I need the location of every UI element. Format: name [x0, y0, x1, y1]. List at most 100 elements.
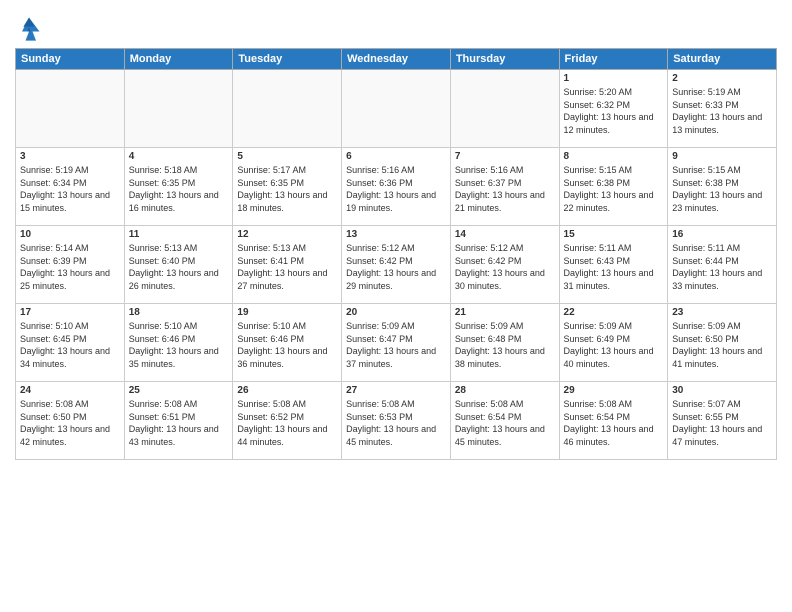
day-number: 1 — [564, 73, 664, 84]
header — [15, 10, 777, 42]
calendar-cell: 5 Sunrise: 5:17 AM Sunset: 6:35 PM Daylig… — [233, 148, 342, 226]
calendar-cell: 27Sunrise: 5:08 AM Sunset: 6:53 PM Dayli… — [342, 382, 451, 460]
calendar-cell: 23 Sunrise: 5:09 AM Sunset: 6:50 PM Dayli… — [668, 304, 777, 382]
day-info: Sunrise: 5:08 AM Sunset: 6:50 PM Dayligh… — [20, 398, 120, 448]
weekday-header-friday: Friday — [559, 49, 668, 70]
calendar-cell: 2 Sunrise: 5:19 AM Sunset: 6:33 PM Daylig… — [668, 70, 777, 148]
calendar-cell: 17 Sunrise: 5:10 AM Sunset: 6:45 PM Dayli… — [16, 304, 125, 382]
day-number: 23 — [672, 307, 772, 318]
calendar-cell: 14 Sunrise: 5:12 AM Sunset: 6:42 PM Dayli… — [450, 226, 559, 304]
day-info: Sunrise: 5:14 AM Sunset: 6:39 PM Dayligh… — [20, 242, 120, 292]
day-info: Sunrise: 5:17 AM Sunset: 6:35 PM Dayligh… — [237, 164, 337, 214]
calendar: SundayMondayTuesdayWednesdayThursdayFrid… — [15, 48, 777, 460]
calendar-cell: 29 Sunrise: 5:08 AM Sunset: 6:54 PM Dayli… — [559, 382, 668, 460]
weekday-header-monday: Monday — [124, 49, 233, 70]
week-row-0: 1 Sunrise: 5:20 AM Sunset: 6:32 PM Daylig… — [16, 70, 777, 148]
day-info: Sunrise: 5:10 AM Sunset: 6:45 PM Dayligh… — [20, 320, 120, 370]
day-number: 16 — [672, 229, 772, 240]
day-number: 24 — [20, 385, 120, 396]
day-info: Sunrise: 5:10 AM Sunset: 6:46 PM Dayligh… — [237, 320, 337, 370]
day-info: Sunrise: 5:12 AM Sunset: 6:42 PM Dayligh… — [346, 242, 446, 292]
day-info: Sunrise: 5:18 AM Sunset: 6:35 PM Dayligh… — [129, 164, 229, 214]
day-number: 14 — [455, 229, 555, 240]
calendar-cell: 18 Sunrise: 5:10 AM Sunset: 6:46 PM Dayli… — [124, 304, 233, 382]
week-row-4: 24 Sunrise: 5:08 AM Sunset: 6:50 PM Dayli… — [16, 382, 777, 460]
day-number: 4 — [129, 151, 229, 162]
day-number: 17 — [20, 307, 120, 318]
day-number: 27 — [346, 385, 446, 396]
calendar-cell: 6 Sunrise: 5:16 AM Sunset: 6:36 PM Daylig… — [342, 148, 451, 226]
calendar-cell: 16 Sunrise: 5:11 AM Sunset: 6:44 PM Dayli… — [668, 226, 777, 304]
day-number: 7 — [455, 151, 555, 162]
day-number: 8 — [564, 151, 664, 162]
weekday-header-tuesday: Tuesday — [233, 49, 342, 70]
calendar-cell: 15 Sunrise: 5:11 AM Sunset: 6:43 PM Dayli… — [559, 226, 668, 304]
day-number: 28 — [455, 385, 555, 396]
day-info: Sunrise: 5:13 AM Sunset: 6:40 PM Dayligh… — [129, 242, 229, 292]
day-number: 2 — [672, 73, 772, 84]
day-info: Sunrise: 5:16 AM Sunset: 6:37 PM Dayligh… — [455, 164, 555, 214]
day-info: Sunrise: 5:15 AM Sunset: 6:38 PM Dayligh… — [564, 164, 664, 214]
day-info: Sunrise: 5:11 AM Sunset: 6:44 PM Dayligh… — [672, 242, 772, 292]
day-number: 30 — [672, 385, 772, 396]
day-info: Sunrise: 5:20 AM Sunset: 6:32 PM Dayligh… — [564, 86, 664, 136]
calendar-cell: 1 Sunrise: 5:20 AM Sunset: 6:32 PM Daylig… — [559, 70, 668, 148]
calendar-cell — [16, 70, 125, 148]
week-row-1: 3 Sunrise: 5:19 AM Sunset: 6:34 PM Daylig… — [16, 148, 777, 226]
week-row-3: 17 Sunrise: 5:10 AM Sunset: 6:45 PM Dayli… — [16, 304, 777, 382]
calendar-cell: 7 Sunrise: 5:16 AM Sunset: 6:37 PM Daylig… — [450, 148, 559, 226]
day-info: Sunrise: 5:19 AM Sunset: 6:34 PM Dayligh… — [20, 164, 120, 214]
day-info: Sunrise: 5:09 AM Sunset: 6:49 PM Dayligh… — [564, 320, 664, 370]
weekday-header-row: SundayMondayTuesdayWednesdayThursdayFrid… — [16, 49, 777, 70]
day-number: 26 — [237, 385, 337, 396]
day-info: Sunrise: 5:08 AM Sunset: 6:54 PM Dayligh… — [564, 398, 664, 448]
day-number: 5 — [237, 151, 337, 162]
weekday-header-wednesday: Wednesday — [342, 49, 451, 70]
day-info: Sunrise: 5:13 AM Sunset: 6:41 PM Dayligh… — [237, 242, 337, 292]
day-info: Sunrise: 5:12 AM Sunset: 6:42 PM Dayligh… — [455, 242, 555, 292]
calendar-cell: 10 Sunrise: 5:14 AM Sunset: 6:39 PM Dayli… — [16, 226, 125, 304]
day-info: Sunrise: 5:08 AM Sunset: 6:52 PM Dayligh… — [237, 398, 337, 448]
calendar-cell: 28 Sunrise: 5:08 AM Sunset: 6:54 PM Dayli… — [450, 382, 559, 460]
calendar-cell: 24 Sunrise: 5:08 AM Sunset: 6:50 PM Dayli… — [16, 382, 125, 460]
day-number: 11 — [129, 229, 229, 240]
day-info: Sunrise: 5:10 AM Sunset: 6:46 PM Dayligh… — [129, 320, 229, 370]
day-info: Sunrise: 5:19 AM Sunset: 6:33 PM Dayligh… — [672, 86, 772, 136]
calendar-cell: 30 Sunrise: 5:07 AM Sunset: 6:55 PM Dayli… — [668, 382, 777, 460]
day-number: 3 — [20, 151, 120, 162]
day-number: 9 — [672, 151, 772, 162]
weekday-header-saturday: Saturday — [668, 49, 777, 70]
calendar-cell: 19 Sunrise: 5:10 AM Sunset: 6:46 PM Dayli… — [233, 304, 342, 382]
day-number: 6 — [346, 151, 446, 162]
calendar-cell: 8 Sunrise: 5:15 AM Sunset: 6:38 PM Daylig… — [559, 148, 668, 226]
day-info: Sunrise: 5:16 AM Sunset: 6:36 PM Dayligh… — [346, 164, 446, 214]
day-info: Sunrise: 5:08 AM Sunset: 6:54 PM Dayligh… — [455, 398, 555, 448]
calendar-cell: 25Sunrise: 5:08 AM Sunset: 6:51 PM Dayli… — [124, 382, 233, 460]
day-info: Sunrise: 5:09 AM Sunset: 6:50 PM Dayligh… — [672, 320, 772, 370]
day-number: 21 — [455, 307, 555, 318]
day-info: Sunrise: 5:09 AM Sunset: 6:48 PM Dayligh… — [455, 320, 555, 370]
day-info: Sunrise: 5:11 AM Sunset: 6:43 PM Dayligh… — [564, 242, 664, 292]
calendar-cell — [342, 70, 451, 148]
calendar-cell: 11 Sunrise: 5:13 AM Sunset: 6:40 PM Dayli… — [124, 226, 233, 304]
logo-icon — [15, 14, 43, 42]
calendar-cell — [124, 70, 233, 148]
day-number: 18 — [129, 307, 229, 318]
day-number: 29 — [564, 385, 664, 396]
calendar-cell — [450, 70, 559, 148]
day-number: 22 — [564, 307, 664, 318]
calendar-cell: 4 Sunrise: 5:18 AM Sunset: 6:35 PM Daylig… — [124, 148, 233, 226]
calendar-cell: 22 Sunrise: 5:09 AM Sunset: 6:49 PM Dayli… — [559, 304, 668, 382]
day-number: 10 — [20, 229, 120, 240]
day-number: 15 — [564, 229, 664, 240]
calendar-cell: 20Sunrise: 5:09 AM Sunset: 6:47 PM Dayli… — [342, 304, 451, 382]
calendar-cell: 9Sunrise: 5:15 AM Sunset: 6:38 PM Daylig… — [668, 148, 777, 226]
day-info: Sunrise: 5:09 AM Sunset: 6:47 PM Dayligh… — [346, 320, 446, 370]
weekday-header-sunday: Sunday — [16, 49, 125, 70]
calendar-cell: 26 Sunrise: 5:08 AM Sunset: 6:52 PM Dayli… — [233, 382, 342, 460]
day-info: Sunrise: 5:07 AM Sunset: 6:55 PM Dayligh… — [672, 398, 772, 448]
calendar-cell: 13Sunrise: 5:12 AM Sunset: 6:42 PM Dayli… — [342, 226, 451, 304]
weekday-header-thursday: Thursday — [450, 49, 559, 70]
day-number: 19 — [237, 307, 337, 318]
week-row-2: 10 Sunrise: 5:14 AM Sunset: 6:39 PM Dayli… — [16, 226, 777, 304]
